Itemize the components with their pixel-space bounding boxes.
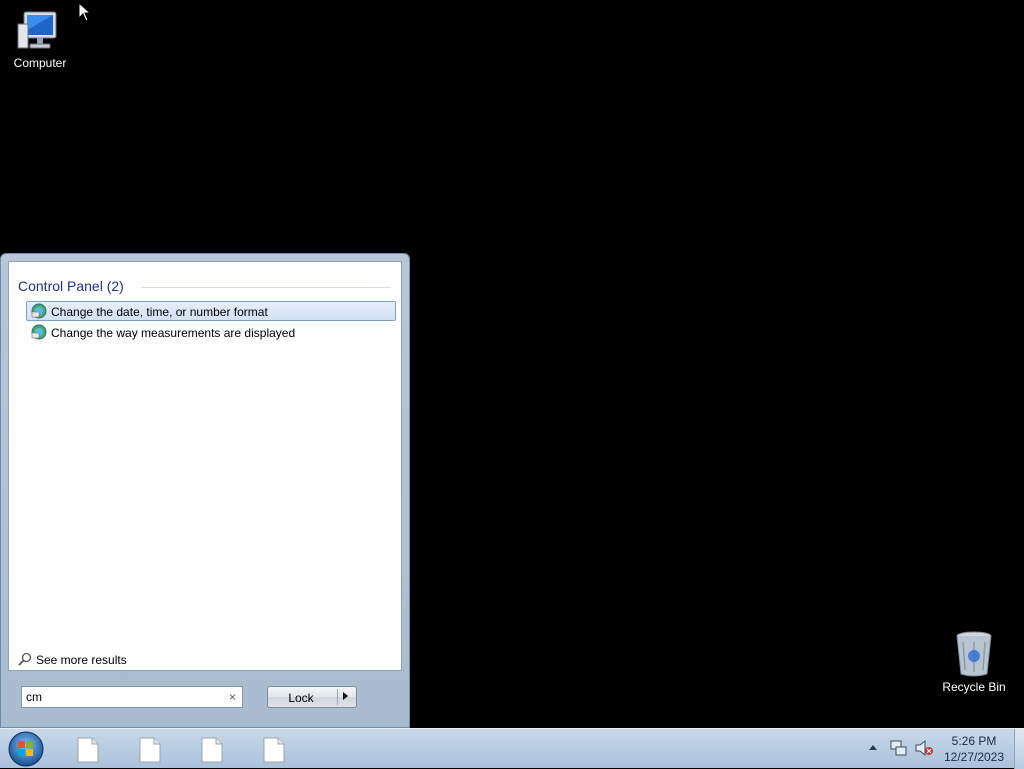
see-more-label: See more results	[36, 653, 127, 667]
search-input[interactable]	[26, 689, 222, 705]
recycle-bin-icon	[956, 631, 992, 677]
desktop-icon-recycle-bin[interactable]: Recycle Bin	[934, 630, 1014, 694]
lock-button-label: Lock	[288, 691, 314, 705]
group-divider	[141, 287, 391, 288]
clear-search-icon[interactable]: ×	[229, 690, 236, 704]
start-menu: Control Panel (2) Change the date, time,…	[0, 253, 410, 728]
control-panel-icon	[31, 324, 47, 340]
search-results-panel: Control Panel (2) Change the date, time,…	[8, 261, 402, 671]
mouse-cursor-icon	[78, 2, 92, 22]
show-hidden-icons-arrow[interactable]	[866, 741, 880, 755]
control-panel-icon	[31, 303, 47, 319]
document-icon[interactable]	[200, 737, 224, 763]
document-icon[interactable]	[262, 737, 286, 763]
show-desktop-button[interactable]	[1014, 729, 1024, 769]
taskbar-clock[interactable]: 5:26 PM 12/27/2023	[936, 733, 1012, 765]
result-label: Change the way measurements are displaye…	[51, 326, 296, 340]
network-icon[interactable]	[890, 739, 908, 757]
lock-button[interactable]: Lock	[267, 686, 357, 708]
volume-muted-icon[interactable]	[914, 739, 934, 757]
search-result-item[interactable]: Change the date, time, or number format	[26, 301, 396, 321]
document-icon[interactable]	[76, 737, 100, 763]
button-divider	[337, 689, 338, 705]
group-title: Control Panel (2)	[18, 278, 124, 294]
power-options-arrow-icon[interactable]	[343, 692, 348, 700]
taskbar: 5:26 PM 12/27/2023	[0, 728, 1024, 769]
search-box[interactable]: ×	[21, 686, 243, 708]
desktop-icon-computer[interactable]: Computer	[0, 8, 80, 70]
desktop-icon-label: Recycle Bin	[942, 680, 1006, 694]
results-group-header[interactable]: Control Panel (2)	[18, 278, 391, 296]
start-button-icon[interactable]	[6, 730, 46, 768]
document-icon[interactable]	[138, 737, 162, 763]
magnifier-icon	[18, 652, 32, 666]
computer-icon	[17, 11, 57, 49]
clock-date: 12/27/2023	[943, 750, 1005, 764]
search-result-item[interactable]: Change the way measurements are displaye…	[26, 322, 396, 342]
clock-time: 5:26 PM	[951, 734, 997, 748]
result-label: Change the date, time, or number format	[51, 305, 268, 319]
desktop-icon-label: Computer	[13, 56, 67, 70]
